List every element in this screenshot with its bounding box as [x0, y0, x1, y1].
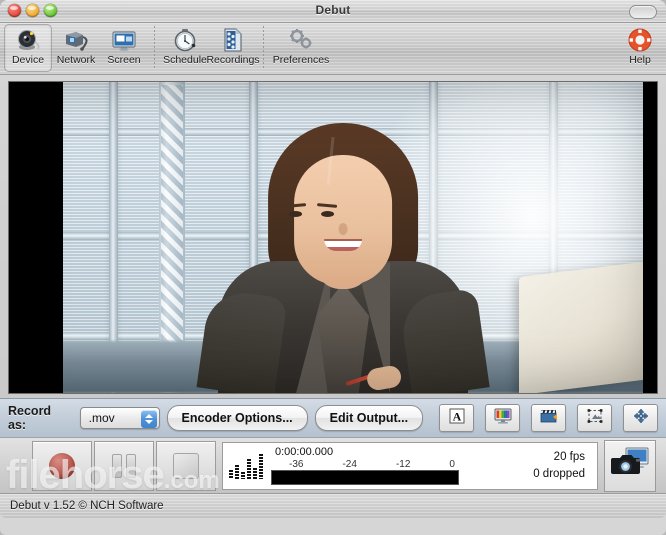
toolbar-separator	[263, 26, 264, 70]
effects-button[interactable]	[531, 404, 567, 432]
toolbar-item-label: Recordings	[206, 54, 260, 66]
record-format-value: .mov	[88, 411, 115, 425]
dropped-value: 0 dropped	[533, 467, 585, 480]
window-title: Debut	[315, 3, 351, 17]
svg-text:A: A	[452, 409, 461, 423]
webcam-icon	[15, 27, 41, 53]
level-tick: -12	[395, 459, 411, 470]
timecode: 0:00:00.000	[275, 446, 334, 458]
stats-column: 20 fps 0 dropped	[533, 449, 591, 483]
title-bar: Debut	[0, 0, 666, 23]
status-bar: Debut v 1.52 © NCH Software	[0, 494, 666, 518]
level-tick: -24	[342, 459, 357, 470]
preview-container	[0, 75, 666, 398]
level-scale: -36 -24 -12 0	[271, 459, 459, 470]
four-way-arrow-icon	[633, 408, 649, 429]
toolbar-item-recordings[interactable]: Recordings	[206, 24, 260, 72]
toolbar-item-label: Preferences	[272, 54, 330, 66]
record-button[interactable]	[32, 440, 92, 491]
record-options-bar: Record as: .mov Encoder Options... Edit …	[0, 398, 666, 438]
letter-a-icon: A	[449, 408, 465, 429]
video-preview[interactable]	[8, 81, 658, 394]
toolbar-item-label: Help	[629, 54, 651, 66]
toolbar-item-device[interactable]: Device	[4, 24, 52, 72]
audio-level-meter: 0:00:00.000 -36 -24 -12 0	[271, 446, 459, 485]
camera-screen-icon	[610, 446, 650, 485]
equalizer-icon	[229, 453, 263, 479]
record-format-select[interactable]: .mov	[79, 407, 160, 429]
toolbar-item-label: Screen	[107, 54, 141, 66]
toolbar-item-label: Network	[56, 54, 96, 66]
stop-button[interactable]	[156, 440, 216, 491]
lifering-icon	[627, 27, 653, 53]
pause-bars-icon	[112, 453, 136, 478]
encoder-options-button[interactable]: Encoder Options...	[166, 405, 308, 431]
toolbar-toggle-button[interactable]	[629, 5, 657, 19]
color-settings-button[interactable]	[485, 404, 521, 432]
crop-selection-icon	[586, 408, 604, 429]
level-tick: -36	[289, 459, 304, 470]
fps-value: 20 fps	[553, 450, 585, 463]
move-pan-button[interactable]	[623, 404, 659, 432]
chevron-updown-icon	[140, 409, 157, 428]
toolbar-item-preferences[interactable]: Preferences	[270, 24, 332, 72]
preview-scene	[9, 82, 657, 393]
pause-button[interactable]	[94, 440, 154, 491]
edit-output-button[interactable]: Edit Output...	[314, 405, 424, 431]
network-camera-icon	[63, 27, 89, 53]
transport-bar: 0:00:00.000 -36 -24 -12 0 20 fps 0 dropp…	[0, 438, 666, 494]
stop-square-icon	[173, 452, 199, 479]
toolbar-item-schedule[interactable]: Schedule	[161, 24, 209, 72]
toolbar: Device Network Screen Schedule Recording…	[0, 23, 666, 75]
status-text: Debut v 1.52 © NCH Software	[10, 500, 164, 512]
record-as-label: Record as:	[8, 404, 52, 432]
screen-capture-icon	[111, 27, 137, 53]
toolbar-item-network[interactable]: Network	[52, 24, 100, 72]
snapshot-button[interactable]	[604, 439, 656, 492]
level-bar	[271, 470, 459, 485]
app-window: Debut Device Network Screen Schedule Rec…	[0, 0, 666, 535]
gears-icon	[287, 27, 315, 53]
level-meter-panel: 0:00:00.000 -36 -24 -12 0 20 fps 0 dropp…	[222, 441, 598, 490]
preview-vignette	[9, 82, 657, 393]
stopwatch-icon	[172, 27, 198, 53]
record-circle-icon	[49, 452, 75, 479]
text-overlay-button[interactable]: A	[439, 404, 475, 432]
crop-region-button[interactable]	[577, 404, 613, 432]
toolbar-item-label: Device	[11, 54, 45, 66]
toolbar-item-help[interactable]: Help	[614, 24, 666, 72]
toolbar-item-screen[interactable]: Screen	[100, 24, 148, 72]
color-monitor-icon	[494, 408, 512, 429]
clapperboard-icon	[540, 408, 558, 429]
toolbar-separator	[154, 26, 155, 70]
film-document-icon	[220, 27, 246, 53]
level-tick: 0	[449, 459, 455, 470]
toolbar-item-label: Schedule	[163, 54, 207, 66]
